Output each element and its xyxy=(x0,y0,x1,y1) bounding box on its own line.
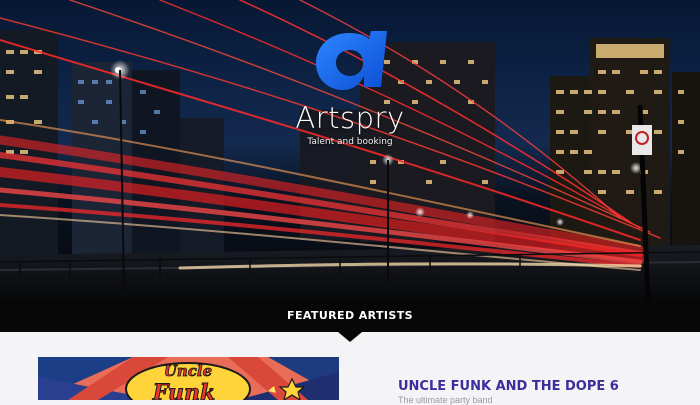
artspry-logo-icon xyxy=(316,31,387,90)
artwork-text-funk: Funk xyxy=(152,380,215,400)
artist-name-link[interactable]: UNCLE FUNK AND THE DOPE 6 xyxy=(398,379,619,394)
hero-banner: Artspry Talent and booking xyxy=(0,0,700,300)
artist-image[interactable]: Uncle Funk xyxy=(38,357,339,400)
brand-tagline: Talent and booking xyxy=(307,137,393,147)
header-pointer xyxy=(338,332,362,342)
brand-name: Artspry xyxy=(295,101,405,135)
section-title: FEATURED ARTISTS xyxy=(287,309,413,322)
artwork-text-uncle: Uncle xyxy=(164,362,212,380)
featured-artists-header: FEATURED ARTISTS xyxy=(0,300,700,332)
artist-description: The ultimate party band xyxy=(398,395,493,405)
uncle-funk-artwork: Uncle Funk xyxy=(38,357,339,400)
